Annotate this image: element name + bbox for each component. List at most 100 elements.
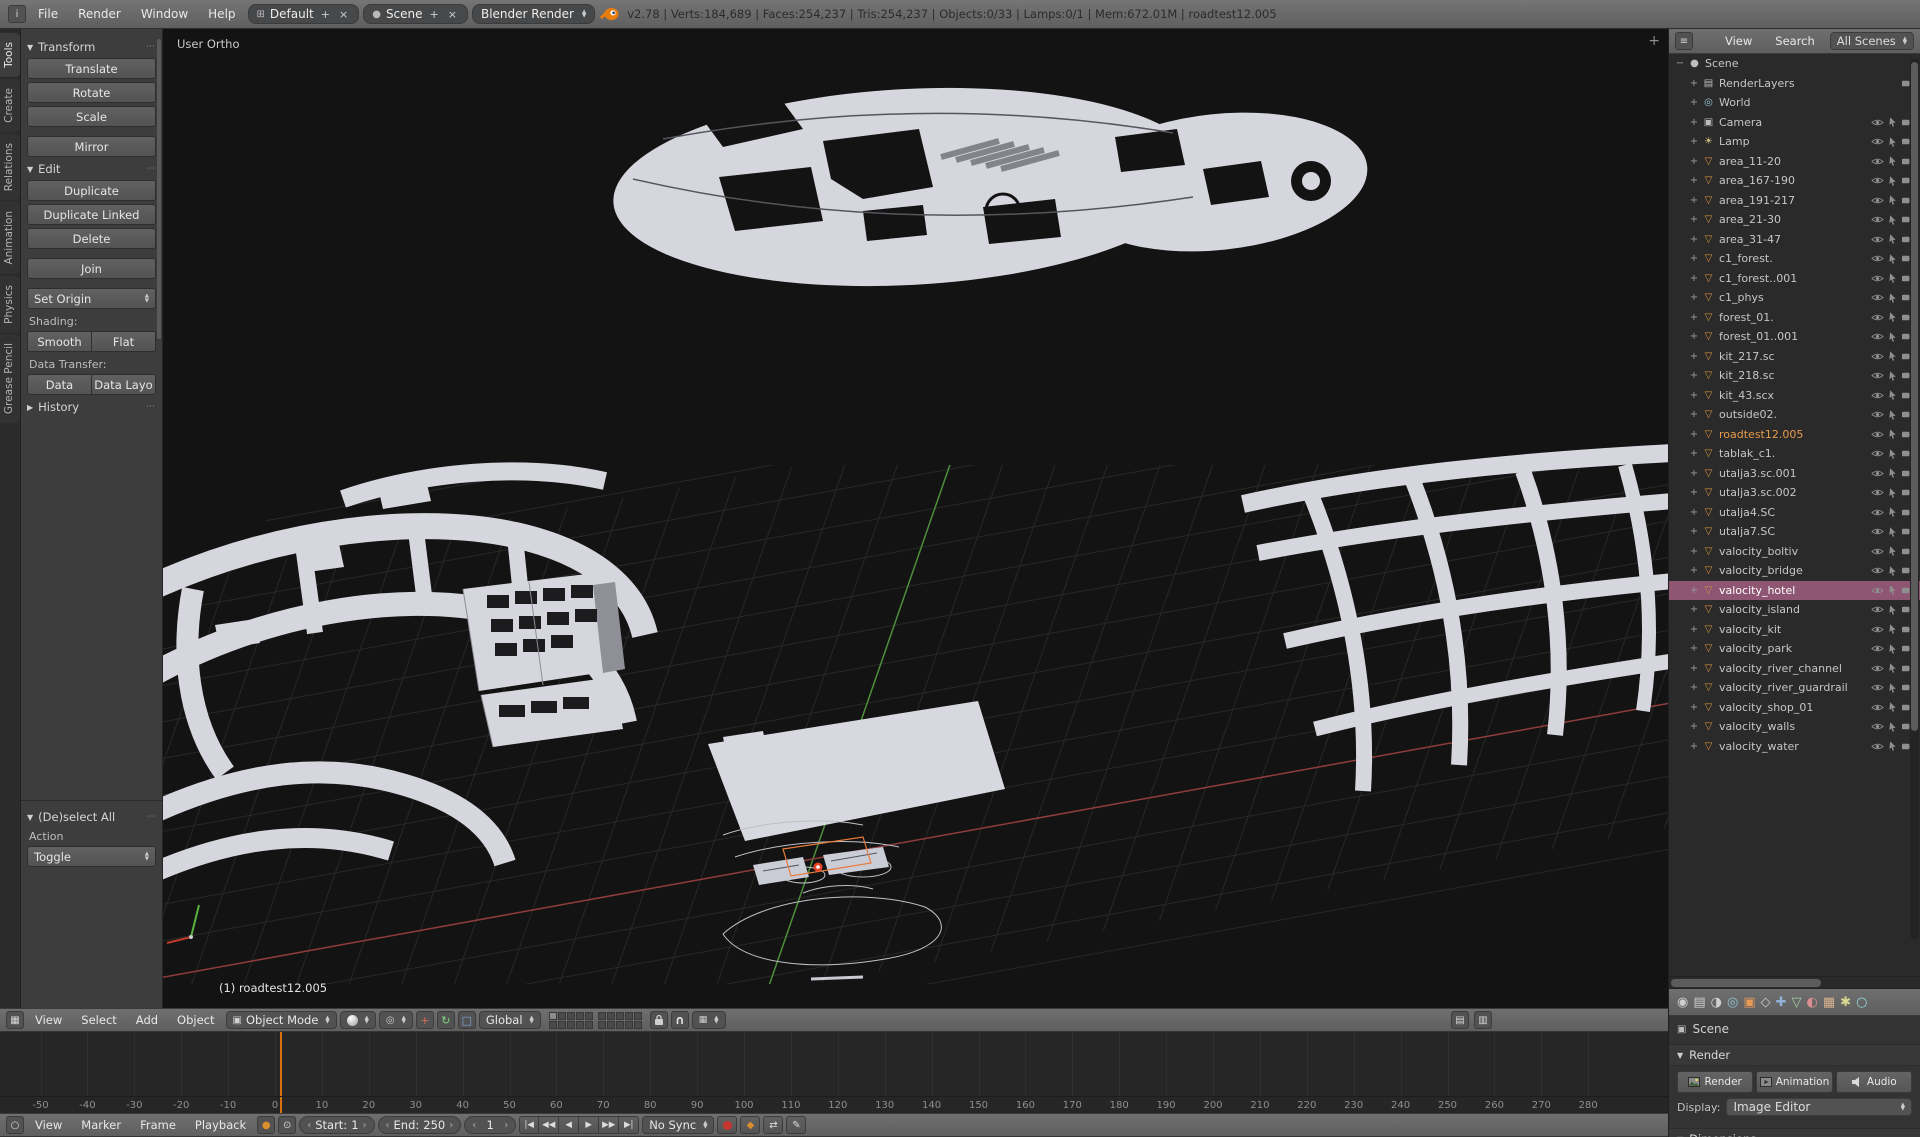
- object-name[interactable]: Camera: [1719, 116, 1762, 129]
- layer-toggle[interactable]: [576, 1012, 584, 1020]
- eye-icon[interactable]: [1871, 273, 1884, 284]
- play-reverse-button[interactable]: ◀: [559, 1116, 579, 1134]
- properties-tab-scene[interactable]: ◑: [1711, 995, 1722, 1010]
- timeline-menu-marker[interactable]: Marker: [73, 1116, 129, 1134]
- scrollbar-thumb[interactable]: [1671, 979, 1821, 987]
- outliner-row[interactable]: + ▽ forest_01.: [1669, 308, 1920, 328]
- eye-icon[interactable]: [1871, 507, 1884, 518]
- expander-icon[interactable]: +: [1687, 448, 1701, 459]
- eye-icon[interactable]: [1871, 390, 1884, 401]
- outliner-row[interactable]: + ▽ valocity_park: [1669, 639, 1920, 659]
- expander-icon[interactable]: +: [1687, 429, 1701, 440]
- outliner-row[interactable]: − ● Scene: [1669, 54, 1920, 74]
- outliner-row[interactable]: + ▽ valocity_walls: [1669, 717, 1920, 737]
- eye-icon[interactable]: [1871, 409, 1884, 420]
- outliner-row[interactable]: + ▽ forest_01..001: [1669, 327, 1920, 347]
- decrement-icon[interactable]: ‹: [307, 1120, 311, 1131]
- outliner-row[interactable]: + ▽ kit_218.sc: [1669, 366, 1920, 386]
- render-panel-header[interactable]: ▼ Render: [1669, 1044, 1920, 1066]
- eye-icon[interactable]: [1871, 429, 1884, 440]
- expander-icon[interactable]: +: [1687, 351, 1701, 362]
- layer-toggle[interactable]: [585, 1021, 593, 1029]
- outliner-row[interactable]: + ▽ utalja3.sc.001: [1669, 464, 1920, 484]
- expander-icon[interactable]: +: [1687, 409, 1701, 420]
- manipulator-rotate-icon[interactable]: ↻: [437, 1011, 455, 1029]
- scale-button[interactable]: Scale: [27, 106, 156, 127]
- cursor-icon[interactable]: [1887, 682, 1898, 694]
- increment-icon[interactable]: ›: [449, 1120, 453, 1131]
- expander-icon[interactable]: +: [1687, 604, 1701, 615]
- cursor-icon[interactable]: [1887, 194, 1898, 206]
- layer-toggle[interactable]: [634, 1021, 642, 1029]
- expander-icon[interactable]: +: [1687, 331, 1701, 342]
- layer-toggle[interactable]: [616, 1012, 624, 1020]
- object-name[interactable]: valocity_river_channel: [1719, 662, 1842, 675]
- expander-icon[interactable]: +: [1687, 624, 1701, 635]
- expander-icon[interactable]: +: [1687, 273, 1701, 284]
- viewport-menu-view[interactable]: View: [27, 1011, 70, 1029]
- expander-icon[interactable]: +: [1687, 585, 1701, 596]
- layer-toggle[interactable]: [607, 1012, 615, 1020]
- viewport-shading-dropdown[interactable]: ▲▼: [340, 1011, 376, 1029]
- shade-smooth-button[interactable]: Smooth: [27, 331, 92, 352]
- eye-icon[interactable]: [1871, 117, 1884, 128]
- outliner-row[interactable]: + ▽ valocity_boltiv: [1669, 542, 1920, 562]
- eye-icon[interactable]: [1871, 214, 1884, 225]
- outliner-row[interactable]: + ☀ Lamp: [1669, 132, 1920, 152]
- delete-scene-icon[interactable]: ×: [446, 8, 459, 21]
- cursor-icon[interactable]: [1887, 565, 1898, 577]
- set-origin-dropdown[interactable]: Set Origin ▲▼: [27, 288, 156, 309]
- object-name[interactable]: valocity_island: [1719, 603, 1800, 616]
- action-dropdown[interactable]: Toggle ▲▼: [27, 846, 156, 867]
- expander-icon[interactable]: +: [1687, 565, 1701, 576]
- layer-toggle[interactable]: [567, 1012, 575, 1020]
- panel-drag-dots-icon[interactable]: ⋯: [146, 42, 156, 52]
- eye-icon[interactable]: [1871, 741, 1884, 752]
- properties-tab-object[interactable]: ▣: [1743, 995, 1755, 1010]
- object-name[interactable]: c1_forest.: [1719, 252, 1773, 265]
- keying-set-button[interactable]: ◆: [740, 1116, 760, 1134]
- outliner-row[interactable]: + ▽ area_191-217: [1669, 191, 1920, 211]
- start-frame-field[interactable]: ‹ Start: 1 ›: [299, 1116, 374, 1134]
- panel-drag-dots-icon[interactable]: ⋯: [146, 164, 156, 174]
- viewport-menu-add[interactable]: Add: [128, 1011, 166, 1029]
- object-name[interactable]: valocity_water: [1719, 740, 1799, 753]
- snap-element-dropdown[interactable]: ▦ ▲▼: [692, 1011, 726, 1029]
- manipulator-scale-icon[interactable]: □: [458, 1011, 476, 1029]
- cursor-icon[interactable]: [1887, 155, 1898, 167]
- object-name[interactable]: valocity_hotel: [1719, 584, 1795, 597]
- object-name[interactable]: forest_01.: [1719, 311, 1774, 324]
- cursor-icon[interactable]: [1887, 350, 1898, 362]
- outliner-row[interactable]: + ▽ valocity_hotel: [1669, 581, 1920, 601]
- cursor-icon[interactable]: [1887, 662, 1898, 674]
- 3d-viewport[interactable]: User Ortho (1) roadtest12.005 +: [163, 29, 1668, 1008]
- render-still-button[interactable]: Render: [1677, 1071, 1753, 1093]
- cursor-icon[interactable]: [1887, 389, 1898, 401]
- scene-selector[interactable]: ● Scene + ×: [363, 4, 468, 24]
- expander-icon[interactable]: +: [1687, 156, 1701, 167]
- expander-icon[interactable]: +: [1687, 663, 1701, 674]
- expander-icon[interactable]: +: [1687, 214, 1701, 225]
- scrollbar-thumb[interactable]: [1911, 62, 1918, 731]
- outliner-row[interactable]: + ▽ valocity_bridge: [1669, 561, 1920, 581]
- eye-icon[interactable]: [1871, 234, 1884, 245]
- expander-icon[interactable]: −: [1673, 58, 1687, 69]
- cursor-icon[interactable]: [1887, 409, 1898, 421]
- eye-icon[interactable]: [1871, 156, 1884, 167]
- preview-range-icon[interactable]: ●: [257, 1116, 275, 1134]
- viewport-menu-select[interactable]: Select: [73, 1011, 124, 1029]
- cursor-icon[interactable]: [1887, 721, 1898, 733]
- transform-orientation-dropdown[interactable]: Global ▲▼: [479, 1011, 541, 1029]
- outliner-row[interactable]: + ▽ utalja3.sc.002: [1669, 483, 1920, 503]
- menu-file[interactable]: File: [30, 5, 66, 23]
- expander-icon[interactable]: +: [1687, 117, 1701, 128]
- toolshelf-tab-physics[interactable]: Physics: [0, 276, 20, 333]
- expander-icon[interactable]: +: [1687, 195, 1701, 206]
- outliner-row[interactable]: + ◎ World: [1669, 93, 1920, 113]
- expander-icon[interactable]: +: [1687, 234, 1701, 245]
- toolshelf-tab-animation[interactable]: Animation: [0, 202, 20, 274]
- object-name[interactable]: area_11-20: [1719, 155, 1781, 168]
- cursor-icon[interactable]: [1887, 136, 1898, 148]
- eye-icon[interactable]: [1871, 682, 1884, 693]
- outliner-row[interactable]: + ▽ valocity_water: [1669, 737, 1920, 757]
